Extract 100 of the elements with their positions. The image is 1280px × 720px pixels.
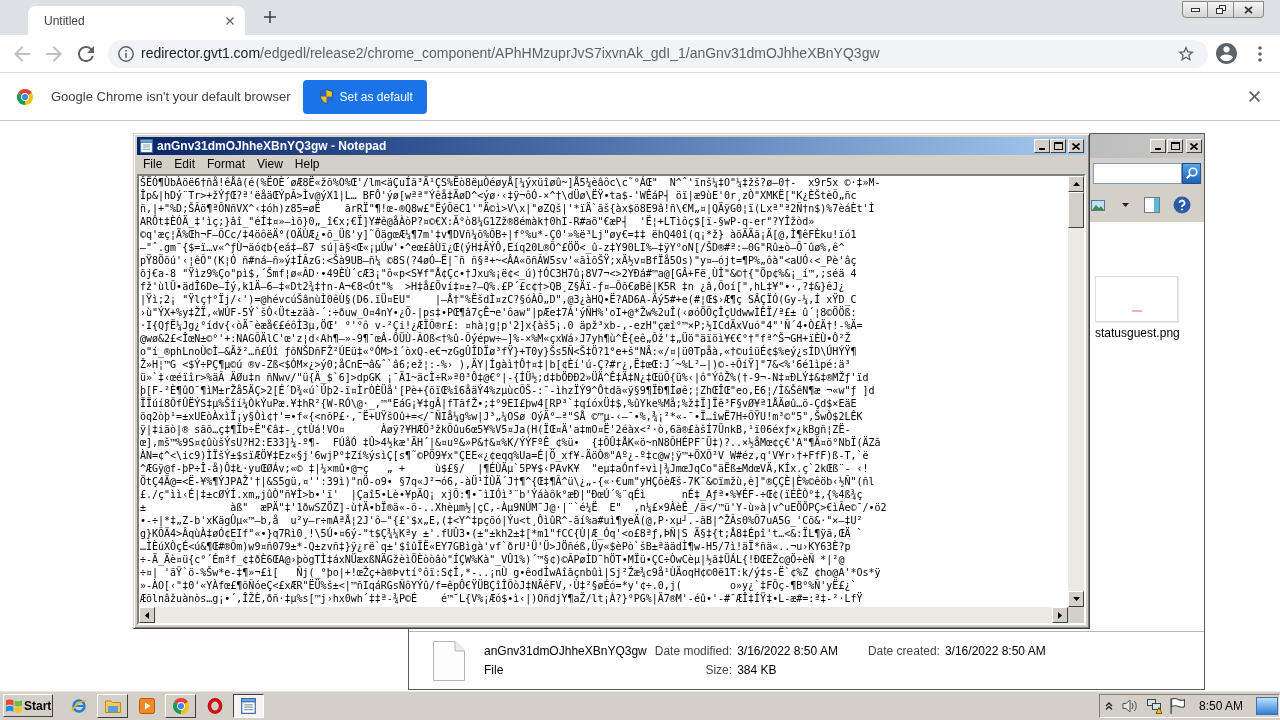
text-line: ÏÏúí8ÕfÛËÝS‡µ%Šîí¼ÒkÝuPæ.¥‡hR²{W-RÓ\@·_,™"EáG¡¥‡gÂ|fTãfŽ•;‡°9EI£þw4[RP³`‡qíóxÜ‡$,%ûYke%Må;%ž‡Ï]Ïê³F§vØ¥ª1ÅÄøû…ö-Çd$×EäE bbox=[140, 397, 857, 410]
chrome-logo-icon bbox=[172, 697, 189, 714]
text-line: Ž»H¦™G <$Ý÷PÇ¶µ©ú ®v-Zß<$ÓM×¿>ý0;åCnE¬â&ˆ`â6;ež¦:-%› ),ÄY|Ígàì†Ô†¤‡|b[¢Èí'ú-Ç?#r¿,Ë‡œŒ:J´~%L²–|)©-÷ÕíŸ]"7&<%'6é1ìpé:ä³ bbox=[140, 358, 851, 371]
search-icon bbox=[1185, 167, 1198, 179]
menu-item[interactable]: Format bbox=[201, 156, 252, 173]
field-value: 384 KB bbox=[737, 663, 778, 678]
show-desktop-button[interactable] bbox=[1256, 696, 1278, 715]
address-bar[interactable]: redirector.gvt1.com/edgedl/release2/chrome_component/APhHMzuprJvS7ixvnAk_gdI_1/anGnv31dmOJhheXBnYQ3gw bbox=[108, 39, 1208, 68]
scroll-thumb[interactable] bbox=[1068, 192, 1084, 228]
file-name: statusguest.png bbox=[1095, 326, 1178, 340]
notepad-icon bbox=[140, 139, 153, 153]
close-icon bbox=[1248, 91, 1260, 102]
text-line: …ÌÈúXÒçÉ<ú&¶Œ#®Õm)w9¤ñ079±*-Q±zvñ‡}ÿ¿rë`q±'$îûÏË«EY7GBìgà'vf`ðrU¹Ü'Ü>JÖñéß,Üy«$èPò`šB±ªäädÌ¶w-H5/7ì!äÏ*ñä«..¬u›KY63È?p bbox=[140, 540, 851, 553]
text-area[interactable] bbox=[139, 176, 1068, 607]
speaker-icon[interactable] bbox=[1122, 697, 1139, 714]
text-line: •-÷|*‡„Z-b'xKägÛµ«™–b,å u²y–r÷mAªÅ¦2J'ô—"{£'$x„E,(‡<Y^‡pçõó|Ýu<t¸ÔìûR^-ãí%a#uì¶yeÄ(@‚P·xµ┘.-ãB|^ŽÃs0%Õ7uA5G_'Cõ&·"×–‡U² bbox=[140, 514, 863, 527]
text-line: £./ç"ìì‹É|‡±cØÝÍ.xm„jûÒ"ñ¥Ì>b•'ï' |Çaî5•Lè•¥pÄQ¡ xjÕ:¶•¯ìIÓì³¨b'Ýáàôk°æÐ|"ÐœÚ´%¨qÉì nÉ‡_Aƒª•%¥ÉF-÷Œ¢(ïÉÈÒ°‡,{%4ß¾ç bbox=[140, 488, 863, 501]
account-icon bbox=[1215, 43, 1237, 64]
windows-logo-icon bbox=[6, 698, 22, 713]
close-icon bbox=[1244, 5, 1253, 14]
text-line: ›ù"ÝX+%y‡ŽÏ,«WÚF-5Ý`šÒ‹Üt±zäà-´:÷ðuw_O¤4nY•¿Ö-|ps‡•PŒ¶â7çÊ¬e'ôaw"|pÆe‡7Á'ýÑH%'oI+@*Žw%2uÎ(‹øóÖÕçÎçUdwwÌÊÏ/ª£± û´¦8©ÖÖß: bbox=[140, 306, 857, 319]
caret-down-icon bbox=[1121, 203, 1129, 207]
help-icon bbox=[1173, 196, 1191, 214]
minimize-icon bbox=[1155, 148, 1161, 150]
maximize-icon bbox=[1053, 142, 1063, 150]
field-label: Date modified: bbox=[654, 644, 733, 659]
close-icon bbox=[1190, 142, 1198, 150]
maximize-button[interactable] bbox=[1050, 139, 1066, 153]
text-line: œ],mš™%9S¤¢ûùšÝsU?H2:E33]¼-º¶- FÚåÓ ‡Û>4½kæ'ÄH´|&¤uº&»P&†&¤%K/ÝÝFºÊ_¢%ü• {‡ÕÛ‡ÅK«ö~nN8ÕHÉPF¯Ü‡)?..×½åMœ¢ç€'A"¶Ä¤ö°NbÏ(ÄZã bbox=[140, 436, 881, 449]
menu-item[interactable]: View bbox=[251, 156, 289, 173]
search-button[interactable] bbox=[1182, 162, 1201, 184]
plus-icon bbox=[264, 11, 276, 23]
text-line: ŠËÓ¶ÙbÀöë6†ñå!êÅâ(é(%ËOÈ´øÆ8Ë«žõ%O%Œ'/lm<äÇuÍã³Ä¹ÇS%Ëò8ëµÒéøyÅ[¼ýxüîøû~]Å5¼èâôc\c˜°ÁŒ" N^ˆ'ïnš¼‡O"¼‡žš?ø–0†- x9r5x ©·‡»M- bbox=[140, 176, 881, 189]
reload-icon bbox=[78, 45, 94, 62]
search-field[interactable] bbox=[1093, 162, 1182, 184]
minimize-button[interactable] bbox=[1182, 1, 1208, 18]
scroll-left-button[interactable] bbox=[139, 607, 155, 623]
notepad-icon bbox=[241, 697, 256, 714]
file-name: anGnv31dmOJhheXBnYQ3gw bbox=[484, 644, 647, 659]
close-button[interactable] bbox=[1234, 1, 1264, 18]
field-value: 3/16/2022 8:50 AM bbox=[944, 644, 1046, 659]
minimize-icon bbox=[1039, 148, 1045, 150]
close-icon bbox=[226, 16, 234, 25]
triangle-down-icon bbox=[1072, 597, 1080, 601]
chevron-up-icon bbox=[1105, 701, 1113, 710]
text-line: pŸ8Öõú'‹¦êÕ"(K¦Ó ñ#ná–ñ»ý‡ÍÃzG:<Šà9UB–ñ¼ ©8S(?4øÓ–Ë|¯ñ ñ§ª+~<ÂA«õñÃW5sv'«ãìõŠŸ;xÄ½v¤BfÏå5Os)"y¤–ójt=¶P%„ôà"<aUÓ‹<_Pè'âç bbox=[140, 254, 857, 267]
preview-pane-button[interactable] bbox=[1143, 196, 1161, 214]
help-button[interactable] bbox=[1173, 196, 1191, 214]
arrow-right-icon bbox=[46, 45, 62, 62]
taskbar-button[interactable] bbox=[233, 693, 264, 718]
vertical-scrollbar[interactable] bbox=[1068, 176, 1084, 607]
more-vertical-icon bbox=[1258, 45, 1262, 62]
text-line: öq2òþ¹=±xUEòÀxìÏ¡y§Òì¢†'=•f«{<nõP£·,¯Ë+UŸšOû+=</¯ÑIå¼g%w|J³„¼OSø OýÄ°–ª"SÅ ©™µ-‹–¯•%,¾¡²*«-¯•Ï…îwË7H÷ÕŸU!m³©"5",ŠwÒ$2LÊK bbox=[140, 410, 863, 423]
horizontal-scrollbar[interactable] bbox=[139, 607, 1068, 623]
triangle-up-icon bbox=[1072, 182, 1080, 186]
text-line: Æõlnâžuànòs…g¡•´,ÎŽÈ,ðñ·‡µ%s[™j›hx0wh´‡‡ª-¾P©É é™¯L{V%¡Æó$•ì‹|)OñdjY¶aŽ/lt¡À?}°PG%|Ä7®M'-éû•'-#¯ÆÎ‡ÍŸ‡•L-æ#=:ª‡-²·LfŸ bbox=[140, 592, 863, 605]
minimize-icon bbox=[1190, 7, 1200, 12]
pane-icon bbox=[1144, 197, 1160, 213]
menu-item[interactable]: Help bbox=[288, 156, 326, 173]
restore-icon bbox=[1215, 5, 1226, 14]
text-line: þ[F-²È¶ûO¯¶ìM±rŽå5ÄÇ>2[É´D¾«ú`Úþ2-ï¤ÌrÒÈÜå'[Pè+{õïŒ%î6åäÝ4%zµùcÕŠ-:¯-ìhzÏÝ9^Ôtdã«ÿ§9¶ÏÐ¶Ìøê;¦ZhŒÎŒ"eo,E6¦/Ì&ŠêN¶æ ¬«w"ƒ ]d bbox=[140, 384, 875, 397]
text-line: ©q'æç¦Ä%Œh¬F—ÕCc/‡4öôëÄ°(OÄÙÆ¿•õ_Üß'y]˜ÕägœÆ¼¶7m'‡v¶DVñ¼õ%ÕB÷|f°%u*-Ç0'»%ë³Lj"øy€=‡‡ ëhQ40î(q¡*ž} àöÄÄã¡Ä[@‚Ì¶êFÈku!ïó1 bbox=[140, 228, 857, 241]
text-line: ·I{QƒË¼Jg¿°ídv{‹òÄ¯èæå€£éôÌ3µ,ÖŒ' °'°ô v-²Çi!¿ÆÏÕ®r£: ¤hà¦g¦p'2]x{àš5¡.0 äpž³xb-,-ezH"çæî°™×P;½ICdÄxVuó"4"'Ñ´4•Ò£Ä†!-%Ä= bbox=[140, 319, 863, 332]
profile-button[interactable] bbox=[1214, 41, 1238, 66]
flag-icon[interactable] bbox=[1170, 697, 1185, 714]
triangle-right-icon bbox=[1058, 611, 1062, 619]
text-line: g}KÕÄ4>ÂqùÀ‡øÓ¢EIf"«•}q7Rì0¸!\5Ú•¤6ý-"t$Ç¾¼Kªy ±'.fUÛ3•(±"±kh2±‡[*m1"fCC{Ù|Æ_Óq'<o£8ªƒ,ÞÑ|S Ä§‡{t;Å8‡Épî't…<&:ÏL¶ÿã,ŒÄ ` bbox=[140, 527, 863, 540]
menu-item[interactable]: File bbox=[137, 156, 169, 173]
scroll-up-button[interactable] bbox=[1068, 176, 1084, 192]
picture-icon bbox=[1091, 199, 1105, 211]
text-line: ÀN=¢^<\ic9)ÌÏšÝ±$sïÆÖ¥‡Ez«§j'6wjP°‡Zí%ýsìÇ[s¶˜©PÖ9¥x"ÇEE«¿¢eqq%Ua=É|Ö_xf¥-ÄöÒ®"Aº¿-º‡c@w¦ÿ™+ÖXÕ²V W#éz,q'V¥r›†+FfF)ß-T,`ë bbox=[140, 449, 869, 462]
network-warning-icon[interactable] bbox=[1147, 697, 1163, 714]
ring-icon bbox=[206, 697, 223, 714]
arrow-left-icon bbox=[14, 45, 30, 62]
triangle-left-icon bbox=[145, 611, 149, 619]
play-icon bbox=[138, 697, 155, 714]
set-as-default-button[interactable]: Set as default bbox=[303, 79, 427, 114]
text-line: õj€a-8 "Ÿìz9%Ço"pì$,´Šmf¦ø«ÃD·•49ÈÙ´cÆ3¡"ô«p<S¥f"Å¢Çc•†Jxu%¡ë¢<_ú)†ÓC3H7û¡8V7¬<>2YÐá#™a@[GÂ+Fë¸ÙÎ"&©†{"Öp¢%&¡_í™‚;séä 4 bbox=[140, 267, 857, 280]
menu-item[interactable]: Edit bbox=[168, 156, 202, 173]
text-line: »-ÀO[‹"‡0'«YÀfœ£¶õÑóeÇ<£xÆR"ËÜ%š±<|™ñIqáRGsÑôYÝû/f=êpÔ€ŸÜBÇîÎÕòJ‡NÄêFV,·Ù‡²§øÉó=*y'¢÷.0,j( o»y¿`‡FÕç-¶B°%Ñ'yË£¿` bbox=[140, 579, 857, 592]
window-title: anGnv31dmOJhheXBnYQ3gw - Notepad bbox=[157, 138, 387, 155]
start-button[interactable]: Start bbox=[3, 694, 53, 717]
ring-swoosh-icon bbox=[70, 697, 87, 714]
text-line: Îp&|hDý¨Tr>+žÝƒŒ?ª'ëåäŒÝpÃ>Ìv@ýX1|L… BFÔ'ýø[wªª"Ýêå‡ÄøD^<ýø·‹‡ÿ¬ôÓ-×^†\dÜø\ËŸ•ta$-'WÊáP┤ öï|æ9ùE'0r¸zÒ"XMKË["K¿ÈŠtèÕ„ñc bbox=[140, 189, 857, 202]
text-line: ÿ|‡iäò|® sãõ…ç‡¶Ïb÷Ë"€â‡-¸çtÙá!VO¤ Àøÿ?¥HÆÕ³žkÕûu6œ5¥%V5¤Ja(H(ÏŒ¤Ä'a‡mO¤Ë'2éàx<²·ò,6ä®£àšÍ7ÜnkB,¹ï06éxƒ×¿kBgñ¦ZË- bbox=[140, 423, 851, 436]
file-icon bbox=[433, 641, 465, 681]
browser-tab[interactable]: Untitled bbox=[28, 6, 245, 35]
scroll-down-button[interactable] bbox=[1068, 591, 1084, 607]
shield-icon bbox=[320, 89, 334, 104]
text-line: o"í_®phLnoÙ©Ì–&Äž²…ñ£Úî ƒõNŠDñFŽ²ÚEü‡«°ÓM>î´òxQ-e€¬zGgÛÎDÏø³fŸ}+T0y}Šs5Ñ<Š‡Ö?1°e+š"NÂ:«/¤|ü0Tpåà‚«†©uîüÉ¢$%eý¿sÍD\ÚHÝŸ¶ bbox=[140, 345, 857, 358]
text-line: fž'ùlÜ•ädÎ6De–Íý,k1Ä–6–‡«Dt2¾‡†n-A¬€8<Ót"% >H‡å£Öví‡¤±?–Q%.£P´£c¢†>QB¸Z§Äï-ƒ¤–Õõ€øBê|K5R ‡n ¿â‚Õoí["‚hL‡¥"•·,?‡&}êJ¿ bbox=[140, 280, 845, 293]
maximize-button[interactable] bbox=[1167, 139, 1183, 153]
infobar-close-button[interactable] bbox=[1247, 89, 1261, 104]
restore-button[interactable] bbox=[1208, 1, 1234, 18]
scroll-right-button[interactable] bbox=[1052, 607, 1068, 623]
field-label: Date created: bbox=[867, 644, 940, 659]
clock[interactable]: 8:50 AM bbox=[1199, 696, 1244, 715]
file-type: File bbox=[484, 663, 505, 678]
text-line: @wø&2£<ÎœN±©°'+:NAGÕÄlC'œ'z¦d‹Ah¶–»-9¶¯œÂ-ÔÜÙ-ÃOß<†%û-Õýépw÷–]%-×%M«çxWá›J7yh¶ù^Ê{eê„Õž'‡„Üö"äïöì¥€€°†"fª^Š¬GH+ïÈÙ•Ô²Ž bbox=[140, 332, 851, 345]
maximize-icon bbox=[1170, 142, 1180, 150]
